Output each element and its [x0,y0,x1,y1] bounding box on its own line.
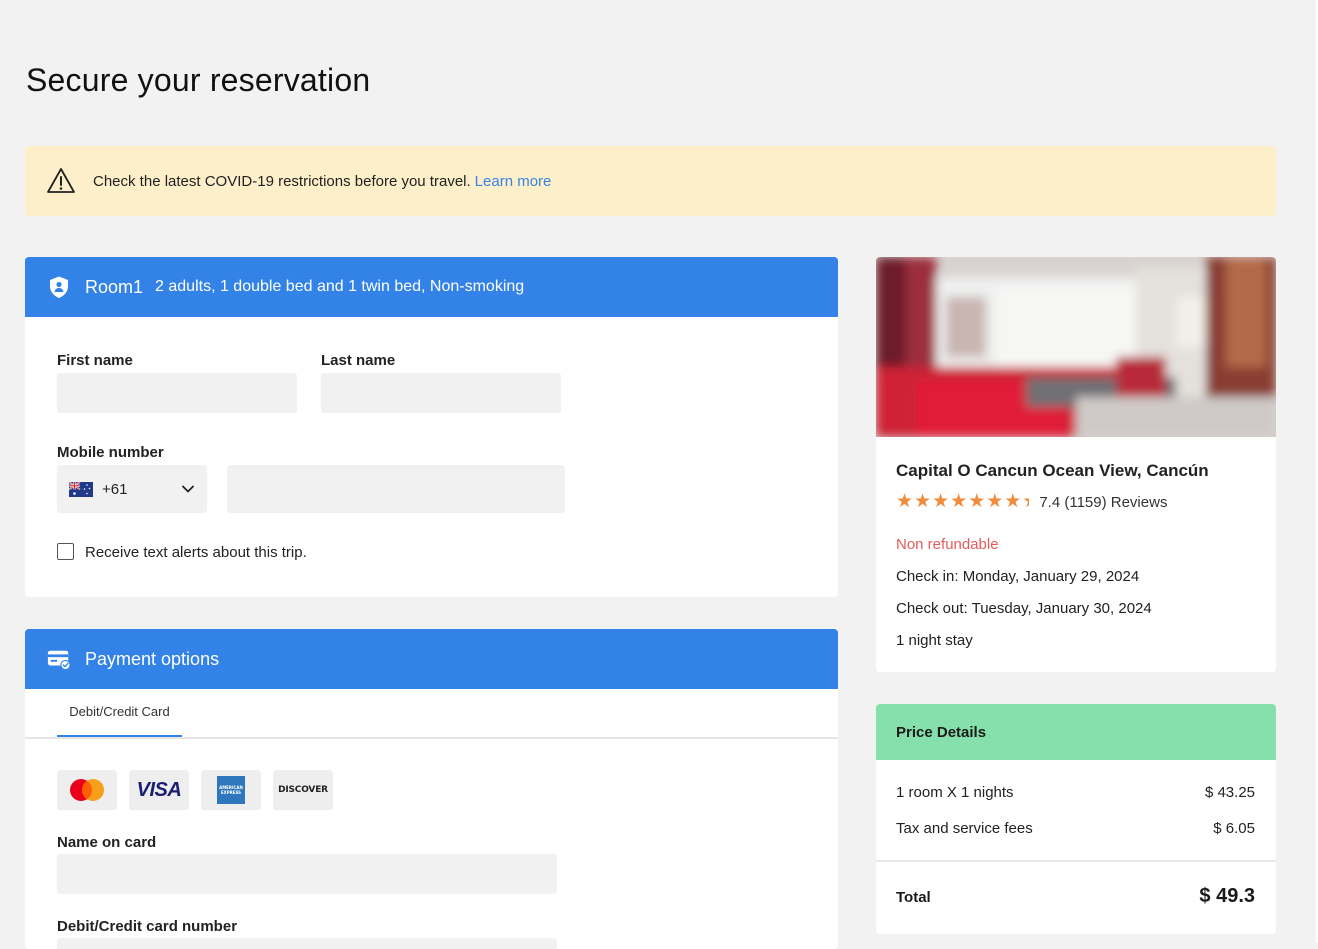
room-card: Room1 2 adults, 1 double bed and 1 twin … [25,257,838,597]
hotel-photo [876,257,1276,437]
room-price-label: 1 room X 1 nights [896,784,1014,801]
star-icon: ★ [1004,491,1022,512]
amex-icon: AMERICAN EXPRESS [201,770,261,810]
chevron-down-icon [182,485,194,493]
stars-container: ★★★★★★★★ [896,492,1030,512]
half-star-icon: ★ [1022,492,1029,512]
discover-icon: DISCOVER [273,770,333,810]
payment-title: Payment options [85,648,220,669]
star-icon: ★ [986,491,1004,512]
shield-user-icon [50,276,68,298]
visa-text: VISA [136,778,182,801]
first-name-input[interactable] [57,373,297,413]
last-name-label: Last name [321,352,396,369]
room-subtitle: 2 adults, 1 double bed and 1 twin bed, N… [155,278,525,295]
country-code: +61 [102,480,128,498]
text-alerts-label: Receive text alerts about this trip. [85,544,307,561]
card-number-input[interactable] [57,938,557,949]
covid-text: Check the latest COVID-19 restrictions b… [93,172,471,190]
mobile-label: Mobile number [57,444,164,461]
total-label: Total [896,889,931,906]
covid-banner: Check the latest COVID-19 restrictions b… [25,146,1276,216]
price-details-card: Price Details 1 room X 1 nights $ 43.25 … [876,704,1276,934]
learn-more-link[interactable]: Learn more [475,173,552,190]
page-title: Secure your reservation [26,62,371,98]
star-icon: ★ [914,491,932,512]
discover-text: DISCOVER [278,785,328,795]
name-on-card-label: Name on card [57,834,157,851]
tax-row: Tax and service fees $ 6.05 [896,820,1255,837]
name-on-card-input[interactable] [57,854,557,894]
star-icon: ★ [932,491,950,512]
visa-icon: VISA [129,770,189,810]
hotel-card: Capital O Cancun Ocean View, Cancún ★ ★ ★ ★… [876,257,1276,672]
price-header: Price Details [876,704,1276,760]
mastercard-icon [57,770,117,810]
star-rating: ★★★★★★★★ 7.4 (1159) Reviews [896,492,1167,512]
star-icon: ★ [968,491,986,512]
last-name-input[interactable] [321,373,561,413]
star-icon: ★ [896,491,914,512]
payment-tabs: Debit/Credit Card [25,689,838,739]
australia-flag-icon [69,481,93,497]
refund-policy: Non refundable [896,536,999,553]
tax-label: Tax and service fees [896,820,1033,837]
price-divider [876,860,1276,862]
amex-text: AMERICAN EXPRESS [219,785,243,795]
room-title: Room1 [85,276,144,297]
country-code-select[interactable]: +61 [57,465,207,513]
room-header: Room1 2 adults, 1 double bed and 1 twin … [25,257,838,317]
payment-header: Payment options [25,629,838,689]
price-title: Price Details [896,723,987,741]
covid-message: Check the latest COVID-19 restrictions b… [93,173,551,190]
tab-debit-credit-card[interactable]: Debit/Credit Card [57,689,182,737]
payment-card-icon [47,650,71,671]
payment-card: Payment options Debit/Credit Card VISA A… [25,629,838,949]
check-in: Check in: Monday, January 29, 2024 [896,568,1140,585]
room-price-value: $ 43.25 [1204,784,1255,801]
room-price-row: 1 room X 1 nights $ 43.25 [896,784,1255,801]
total-value: $ 49.3 [1199,885,1255,907]
mobile-number-input[interactable] [227,465,565,513]
first-name-label: First name [57,352,133,369]
warning-icon [47,168,75,193]
hotel-name: Capital O Cancun Ocean View, Cancún [896,461,1209,480]
stay-length: 1 night stay [896,632,973,649]
check-out: Check out: Tuesday, January 30, 2024 [896,600,1152,617]
tax-value: $ 6.05 [1213,820,1255,837]
review-summary: 7.4 (1159) Reviews [1039,493,1168,511]
star-icon: ★ [950,491,968,512]
card-number-label: Debit/Credit card number [57,918,238,935]
card-brands: VISA AMERICAN EXPRESS DISCOVER [57,770,333,810]
text-alerts-checkbox[interactable] [57,543,74,560]
